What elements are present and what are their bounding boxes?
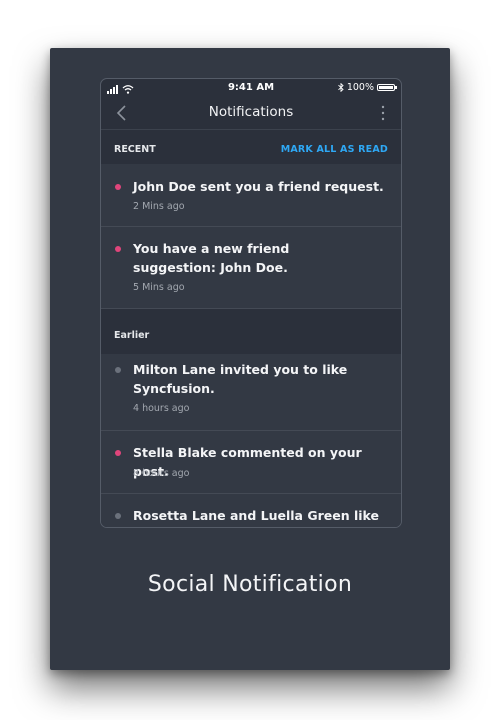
nav-bar: Notifications xyxy=(101,97,401,130)
section-header-recent: RECENT MARK ALL AS READ xyxy=(101,130,401,164)
unread-dot-icon xyxy=(115,450,121,456)
section-label-earlier: Earlier xyxy=(114,330,150,341)
notification-text: John Doe sent you a friend request. xyxy=(133,179,384,194)
notification-item[interactable]: John Doe sent you a friend request. 2 Mi… xyxy=(101,164,401,227)
battery-icon xyxy=(377,84,397,91)
notification-text: You have a new friend suggestion: John D… xyxy=(133,241,290,275)
notification-item[interactable]: Milton Lane invited you to like Syncfusi… xyxy=(101,354,401,431)
notification-time: 5 Mins ago xyxy=(133,282,185,293)
status-right: 100% xyxy=(338,82,397,93)
bluetooth-icon xyxy=(338,83,344,92)
read-dot-icon xyxy=(115,513,121,519)
notification-text: Rosetta Lane and Luella Green like xyxy=(133,508,379,523)
section-header-earlier: Earlier xyxy=(101,309,401,354)
page-title: Notifications xyxy=(208,104,294,120)
phone-screen: 9:41 AM 100% Notifications RECENT MARK A… xyxy=(100,78,402,528)
notification-item[interactable]: Stella Blake commented on your post. 8 h… xyxy=(101,431,401,494)
mark-all-read-button[interactable]: MARK ALL AS READ xyxy=(281,144,388,155)
battery-percent: 100% xyxy=(346,82,374,93)
read-dot-icon xyxy=(115,367,121,373)
notification-time: 8 hours ago xyxy=(133,468,190,479)
unread-dot-icon xyxy=(115,184,121,190)
notification-time: 2 Mins ago xyxy=(133,201,185,212)
notification-text: Milton Lane invited you to like Syncfusi… xyxy=(133,362,348,396)
notification-time: 4 hours ago xyxy=(133,403,190,414)
caption-title: Social Notification xyxy=(147,572,353,597)
status-bar: 9:41 AM 100% xyxy=(101,79,401,97)
showcase-card: 9:41 AM 100% Notifications RECENT MARK A… xyxy=(50,48,450,670)
notification-item[interactable]: Rosetta Lane and Luella Green like xyxy=(101,494,401,527)
unread-dot-icon xyxy=(115,246,121,252)
notification-item[interactable]: You have a new friend suggestion: John D… xyxy=(101,227,401,309)
section-label-recent: RECENT xyxy=(114,144,156,155)
more-vertical-icon[interactable] xyxy=(381,105,385,121)
